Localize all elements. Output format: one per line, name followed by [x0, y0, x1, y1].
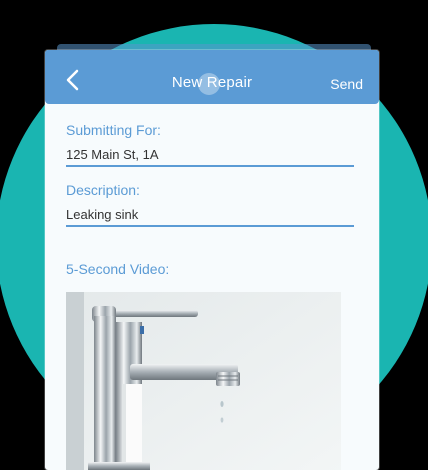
app-screen: New Repair Send Submitting For: 125 Main…: [45, 50, 379, 470]
submitting-for-label: Submitting For:: [66, 122, 161, 138]
description-label: Description:: [66, 182, 140, 198]
faucet-image: [66, 292, 341, 470]
send-button[interactable]: Send: [330, 76, 363, 92]
video-label: 5-Second Video:: [66, 261, 170, 277]
navigation-bar: New Repair Send: [45, 50, 379, 104]
touch-indicator: [198, 73, 220, 95]
submitting-for-field[interactable]: 125 Main St, 1A: [66, 147, 354, 167]
description-field[interactable]: Leaking sink: [66, 207, 354, 227]
video-thumbnail[interactable]: [66, 292, 341, 470]
